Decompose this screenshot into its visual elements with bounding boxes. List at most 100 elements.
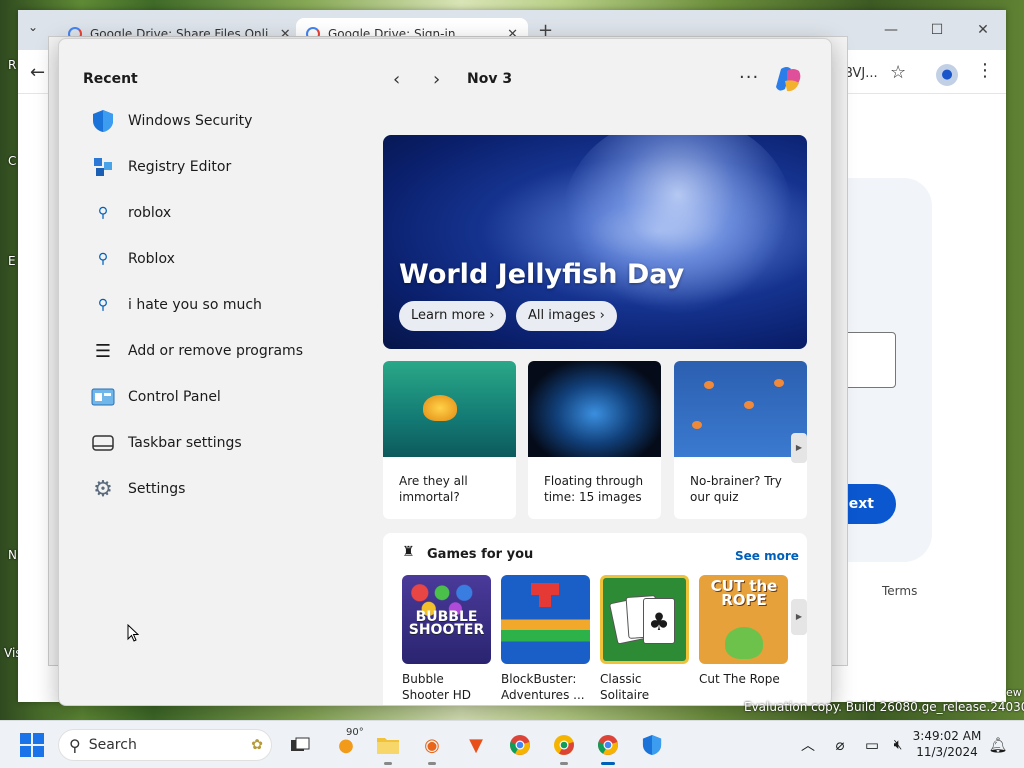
card-title: Are they all immortal? [399, 474, 468, 504]
bubble-shooter-logo: BUBBLE SHOOTER [408, 609, 485, 638]
recent-heading: Recent [83, 71, 138, 87]
learn-more-label: Learn more [411, 308, 486, 323]
solitaire-thumbnail: ♣ [600, 575, 689, 664]
search-icon: ⚲ [97, 205, 109, 221]
taskbar-search-box[interactable]: ⚲ Search ✿ [58, 729, 272, 761]
search-icon: ⚲ [97, 251, 109, 267]
recent-item-taskbar-settings[interactable]: Taskbar settings [91, 423, 351, 463]
chevron-up-icon[interactable]: ︿ [794, 731, 822, 759]
windows-security-shield-icon[interactable] [638, 731, 666, 759]
bookmark-star-icon[interactable]: ☆ [890, 62, 906, 83]
clock-date: 11/3/2024 [916, 745, 978, 759]
recent-item-label: Windows Security [128, 113, 253, 129]
system-clock[interactable]: 3:49:02 AM 11/3/2024 [910, 728, 984, 760]
search-placeholder: Search [88, 737, 137, 753]
desktop-label: C [8, 154, 17, 168]
search-icon: ⚲ [97, 297, 109, 313]
close-window-icon[interactable]: ✕ [960, 10, 1006, 50]
jellyfish-thumbnail [383, 361, 516, 457]
game-title: Bubble Shooter HD [402, 672, 472, 702]
cut-the-rope-logo: CUT the ROPE [710, 577, 778, 609]
recent-item-control-panel[interactable]: Control Panel [91, 377, 351, 417]
learn-more-button[interactable]: Learn more › [399, 301, 507, 331]
search-highlight-icon: ✿ [251, 737, 263, 753]
more-options-icon[interactable]: ··· [739, 67, 759, 88]
recent-item-registry-editor[interactable]: Registry Editor [91, 147, 351, 187]
recent-item-windows-security[interactable]: Windows Security [91, 101, 351, 141]
recent-item-label: Add or remove programs [128, 343, 303, 359]
control-panel-icon [91, 385, 115, 409]
brave-icon[interactable]: ▼ [462, 731, 490, 759]
recent-item-label: roblox [128, 205, 172, 221]
hero-card[interactable]: World Jellyfish Day Learn more › All ima… [383, 135, 807, 349]
weather-temperature: 90° [346, 727, 364, 738]
chevron-right-icon: › [489, 308, 495, 323]
shield-icon [91, 109, 115, 133]
recent-item-label: Registry Editor [128, 159, 232, 175]
display-icon[interactable]: ▭ [858, 731, 886, 759]
chevron-right-icon[interactable]: ▶ [791, 599, 807, 635]
all-images-label: All images [528, 308, 596, 323]
file-explorer-icon[interactable] [374, 731, 402, 765]
notification-bell-icon[interactable]: 🔔︎ [984, 731, 1012, 759]
cut-the-rope-thumbnail: CUT the ROPE [699, 575, 788, 664]
firefox-icon[interactable]: ◉ [418, 731, 446, 765]
chrome-active-icon[interactable] [594, 731, 622, 765]
taskbar: ⚲ Search ✿ ● 90° ◉ ▼ ︿ ⌀ ▭ 🔇︎ 3:49:02 AM… [0, 720, 1024, 768]
feed-card[interactable]: No-brainer? Try our quiz [674, 361, 807, 519]
list-icon: ☰ [94, 340, 112, 362]
jellyfish-thumbnail [674, 361, 807, 457]
window-controls: — ☐ ✕ [868, 10, 1006, 50]
chevron-right-icon[interactable]: ▶ [791, 433, 807, 463]
tab-search-icon[interactable]: ⌄ [28, 20, 38, 34]
maximize-icon[interactable]: ☐ [914, 10, 960, 50]
chevron-right-icon: › [599, 308, 605, 323]
copilot-icon[interactable] [773, 65, 803, 93]
search-icon: ⚲ [69, 735, 81, 755]
menu-kebab-icon[interactable]: ⋮ [976, 60, 994, 81]
address-bar-text[interactable]: BVJ... [844, 66, 878, 81]
start-menu: Recent Windows Security Registry Editor … [58, 38, 832, 706]
registry-icon [91, 155, 115, 179]
clock-time: 3:49:02 AM [912, 729, 982, 743]
volume-muted-icon[interactable]: 🔇︎ [884, 731, 912, 759]
chevron-left-icon[interactable]: ‹ [393, 69, 400, 90]
taskbar-icon [91, 431, 115, 455]
recent-item-settings[interactable]: ⚙ Settings [91, 469, 351, 509]
gear-icon: ⚙ [93, 476, 113, 502]
windows-start-icon[interactable] [20, 733, 44, 757]
chrome-icon[interactable] [506, 731, 534, 759]
game-title: BlockBuster: Adventures ... [501, 672, 585, 702]
game-title: Cut The Rope [699, 672, 780, 686]
network-offline-icon[interactable]: ⌀ [826, 731, 854, 759]
desktop-label: N [8, 548, 17, 562]
recent-item-label: Roblox [128, 251, 175, 267]
see-more-link[interactable]: See more [735, 549, 799, 563]
desktop-label: R [8, 58, 17, 72]
desktop-label: ew [1006, 686, 1022, 699]
desktop-label: E [8, 254, 16, 268]
games-section: ♜ Games for you See more BUBBLE SHOOTER … [383, 533, 807, 705]
mouse-cursor-icon [127, 623, 140, 646]
chevron-right-icon[interactable]: › [433, 69, 440, 90]
recent-item-label: Control Panel [128, 389, 221, 405]
task-view-icon[interactable] [286, 731, 314, 759]
profile-icon[interactable]: ● [936, 64, 958, 86]
chrome-canary-icon[interactable] [550, 731, 578, 765]
card-title: No-brainer? Try our quiz [690, 474, 782, 504]
chess-icon: ♜ [402, 544, 415, 560]
recent-item-search-roblox-2[interactable]: ⚲ Roblox [91, 239, 351, 279]
game-title: Classic Solitaire [600, 672, 650, 702]
recent-item-search-roblox[interactable]: ⚲ roblox [91, 193, 351, 233]
recent-item-search-text[interactable]: ⚲ i hate you so much [91, 285, 351, 325]
jellyfish-thumbnail [528, 361, 661, 457]
card-title: Floating through time: 15 images [544, 474, 644, 504]
all-images-button[interactable]: All images › [516, 301, 617, 331]
back-arrow-icon[interactable]: ← [30, 62, 45, 83]
recent-item-add-remove-programs[interactable]: ☰ Add or remove programs [91, 331, 351, 371]
feed-card[interactable]: Are they all immortal? [383, 361, 516, 519]
minimize-icon[interactable]: — [868, 10, 914, 50]
feed-card[interactable]: Floating through time: 15 images [528, 361, 661, 519]
terms-link[interactable]: Terms [882, 584, 917, 598]
games-heading: Games for you [427, 547, 534, 562]
